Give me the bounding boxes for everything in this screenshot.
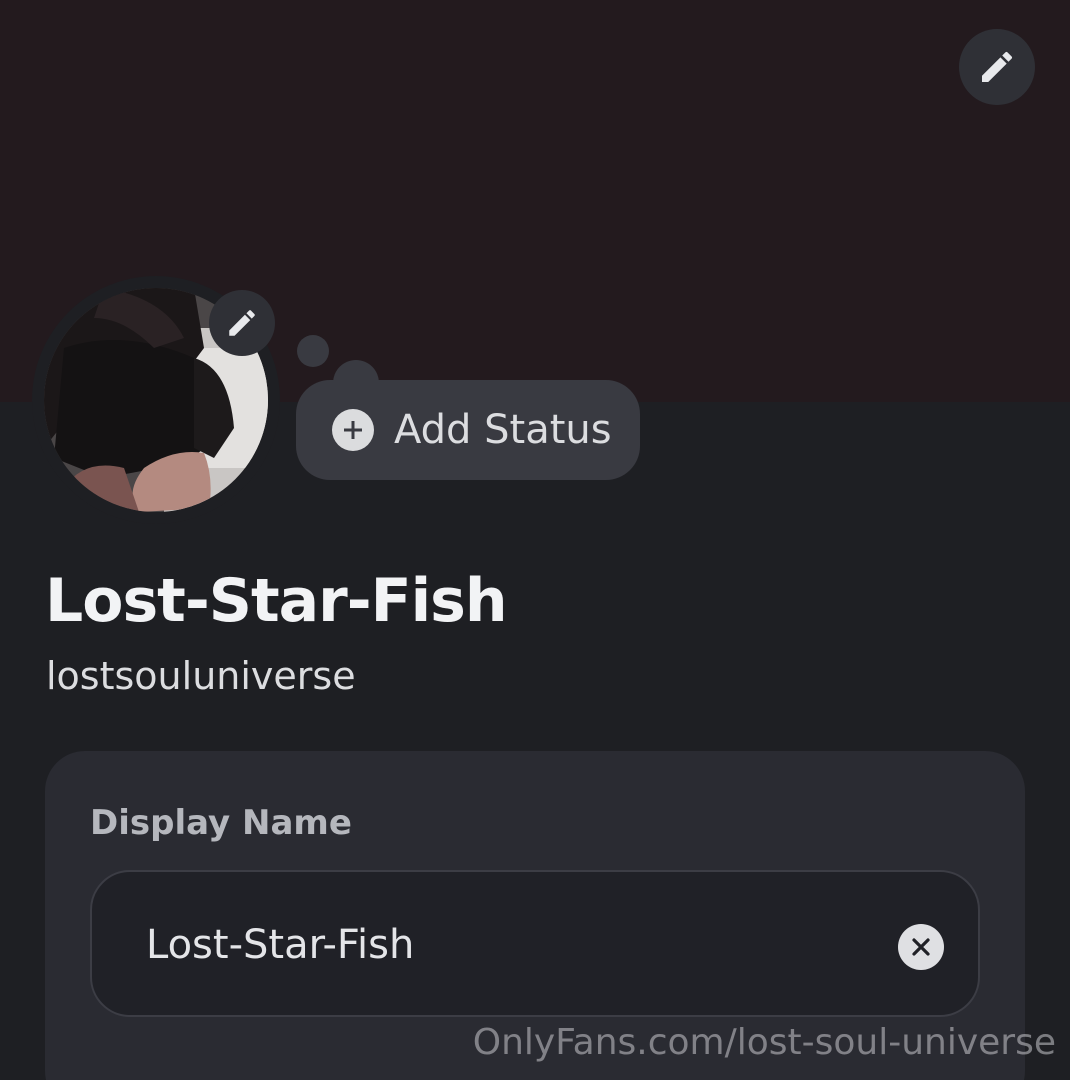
edit-banner-button[interactable] <box>959 29 1035 105</box>
clear-display-name-button[interactable] <box>898 924 944 970</box>
watermark: OnlyFans.com/lost-soul-universe <box>472 1022 1056 1063</box>
profile-username: lostsouluniverse <box>46 654 356 698</box>
display-name-field[interactable] <box>90 870 980 1017</box>
pencil-icon <box>982 51 1013 82</box>
clear-icon <box>912 938 930 956</box>
profile-edit-screen: Add Status Lost-Star-Fish lostsouluniver… <box>0 0 1070 1080</box>
add-status-button[interactable]: Add Status <box>296 380 640 480</box>
display-name-input[interactable] <box>146 910 866 980</box>
edit-avatar-button[interactable] <box>209 290 275 356</box>
pencil-icon <box>229 310 255 336</box>
plus-circle-icon <box>332 409 374 451</box>
display-name-label: Display Name <box>90 803 352 843</box>
thought-bubble-dot <box>297 335 329 367</box>
profile-display-name: Lost-Star-Fish <box>45 566 508 636</box>
add-status-label: Add Status <box>394 407 612 453</box>
